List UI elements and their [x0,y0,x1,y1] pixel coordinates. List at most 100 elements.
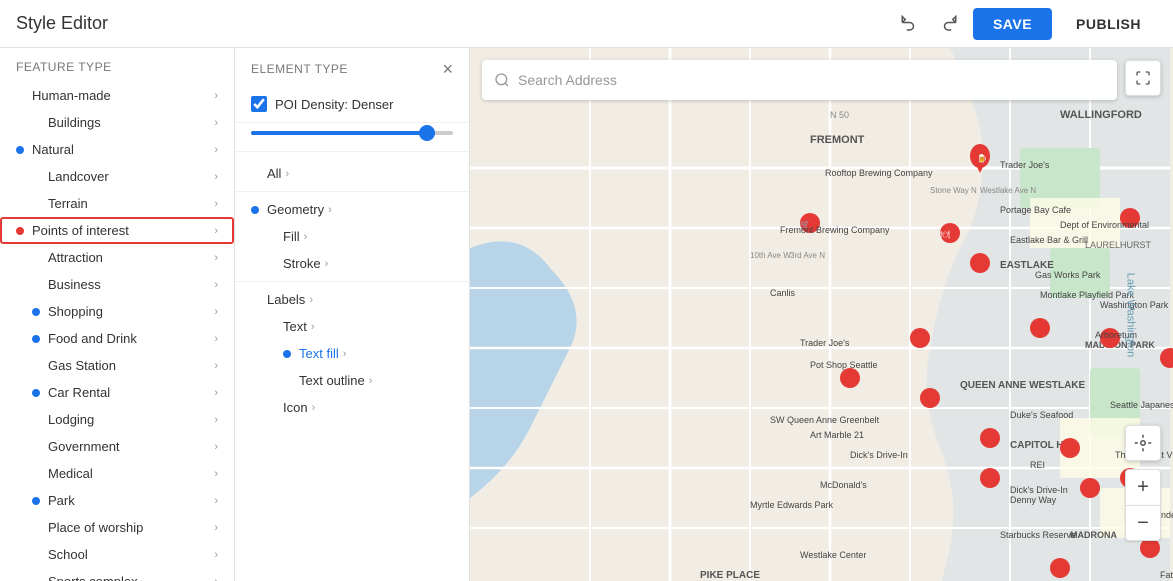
sidebar-item-label: Human-made [32,88,111,103]
element-item-stroke[interactable]: Stroke › [235,250,469,277]
sidebar-item-human-made[interactable]: Human-made › [0,82,234,109]
svg-text:Fat's Chicken and Waffles: Fat's Chicken and Waffles [1160,570,1173,580]
sidebar-item-points-of-interest[interactable]: Points of interest › [0,217,234,244]
svg-text:Myrtle Edwards Park: Myrtle Edwards Park [750,500,834,510]
chevron-icon: › [214,495,218,507]
svg-text:MADISON PARK: MADISON PARK [1085,340,1155,350]
svg-text:MADRONA: MADRONA [1070,530,1117,540]
element-item-label: Text outline [299,373,365,388]
publish-button[interactable]: PUBLISH [1060,8,1157,40]
chevron-icon: › [311,321,315,333]
section-divider [235,191,469,192]
sidebar-item-shopping[interactable]: Shopping › [0,298,234,325]
sidebar-item-natural[interactable]: Natural › [0,136,234,163]
map-canvas[interactable]: WALLINGFORD FREMONT EASTLAKE QUEEN ANNE … [470,48,1173,581]
slider-track[interactable] [251,131,453,135]
element-item-label: Stroke [283,256,321,271]
sidebar-item-label: Car Rental [48,385,110,400]
svg-text:PIKE PLACE: PIKE PLACE [700,570,760,581]
main-content: Feature type Human-made › Buildings › Na… [0,48,1173,581]
chevron-icon: › [214,360,218,372]
density-slider-container [235,131,469,152]
slider-fill [251,131,423,135]
element-item-label: All [267,166,281,181]
sidebar-item-business[interactable]: Business › [0,271,234,298]
chevron-icon: › [214,441,218,453]
svg-text:FREMONT: FREMONT [810,134,865,146]
svg-text:Duke's Seafood: Duke's Seafood [1010,410,1073,420]
chevron-icon: › [214,306,218,318]
dot-indicator [32,308,40,316]
dot-indicator [16,146,24,154]
chevron-icon: › [214,387,218,399]
svg-text:Stone Way N: Stone Way N [930,186,977,195]
sidebar-item-terrain[interactable]: Terrain › [0,190,234,217]
element-item-fill[interactable]: Fill › [235,223,469,250]
svg-text:LAURELHURST: LAURELHURST [1085,240,1152,250]
zoom-controls: + − [1125,469,1161,541]
element-item-text[interactable]: Text › [235,313,469,340]
chevron-icon: › [325,258,329,270]
zoom-out-button[interactable]: − [1125,505,1161,541]
chevron-icon: › [285,168,289,180]
element-item-all[interactable]: All › [235,160,469,187]
svg-text:SW Queen Anne Greenbelt: SW Queen Anne Greenbelt [770,415,880,425]
svg-text:Eastlake Bar & Grill: Eastlake Bar & Grill [1010,235,1088,245]
zoom-in-button[interactable]: + [1125,469,1161,505]
sidebar-item-food-and-drink[interactable]: Food and Drink › [0,325,234,352]
sidebar-item-park[interactable]: Park › [0,487,234,514]
search-bar[interactable]: Search Address [482,60,1117,100]
sidebar-item-label: Business [48,277,101,292]
svg-text:Gas Works Park: Gas Works Park [1035,270,1101,280]
sidebar-item-place-of-worship[interactable]: Place of worship › [0,514,234,541]
poi-density-checkbox[interactable] [251,96,267,112]
element-type-header: Element type × [235,48,469,86]
element-item-labels[interactable]: Labels › [235,286,469,313]
close-button[interactable]: × [442,60,453,78]
lake-washington-label: Lake Washington [1125,272,1137,357]
element-item-label: Text [283,319,307,334]
fullscreen-button[interactable] [1125,60,1161,96]
sidebar-item-attraction[interactable]: Attraction › [0,244,234,271]
element-item-text-outline[interactable]: Text outline › [235,367,469,394]
svg-text:Montlake Playfield Park: Montlake Playfield Park [1040,290,1135,300]
svg-text:QUEEN ANNE WESTLAKE: QUEEN ANNE WESTLAKE [960,380,1086,391]
sidebar-item-car-rental[interactable]: Car Rental › [0,379,234,406]
sidebar-item-landcover[interactable]: Landcover › [0,163,234,190]
map-area[interactable]: WALLINGFORD FREMONT EASTLAKE QUEEN ANNE … [470,48,1173,581]
location-button[interactable] [1125,425,1161,461]
slider-thumb[interactable] [419,125,435,141]
sidebar-item-school[interactable]: School › [0,541,234,568]
svg-text:Trader Joe's: Trader Joe's [800,338,850,348]
element-type-panel: Element type × POI Density: Denser All ›… [235,48,470,581]
svg-text:N 50: N 50 [830,110,849,120]
undo-button[interactable] [893,8,925,40]
chevron-icon: › [214,549,218,561]
element-item-text-fill[interactable]: Text fill › [235,340,469,367]
sidebar-item-sports-complex[interactable]: Sports complex › [0,568,234,581]
svg-text:WALLINGFORD: WALLINGFORD [1060,109,1142,121]
element-item-geometry[interactable]: Geometry › [235,196,469,223]
save-button[interactable]: SAVE [973,8,1052,40]
svg-text:Portage Bay Cafe: Portage Bay Cafe [1000,205,1071,215]
chevron-icon: › [343,348,347,360]
svg-text:Trader Joe's: Trader Joe's [1000,160,1050,170]
sidebar-item-buildings[interactable]: Buildings › [0,109,234,136]
chevron-icon: › [214,225,218,237]
sidebar-item-gas-station[interactable]: Gas Station › [0,352,234,379]
sidebar-item-medical[interactable]: Medical › [0,460,234,487]
svg-text:Canlis: Canlis [770,288,796,298]
redo-button[interactable] [933,8,965,40]
element-item-icon[interactable]: Icon › [235,394,469,421]
svg-text:3rd Ave N: 3rd Ave N [790,251,825,260]
feature-type-header: Feature type [0,48,234,82]
chevron-icon: › [214,198,218,210]
sidebar-item-label: Gas Station [48,358,116,373]
svg-text:Art Marble 21: Art Marble 21 [810,430,864,440]
svg-text:Dick's Drive-In: Dick's Drive-In [850,450,908,460]
chevron-icon: › [328,204,332,216]
sidebar-item-government[interactable]: Government › [0,433,234,460]
element-item-label: Labels [267,292,305,307]
svg-text:🍽: 🍽 [940,230,950,239]
sidebar-item-lodging[interactable]: Lodging › [0,406,234,433]
